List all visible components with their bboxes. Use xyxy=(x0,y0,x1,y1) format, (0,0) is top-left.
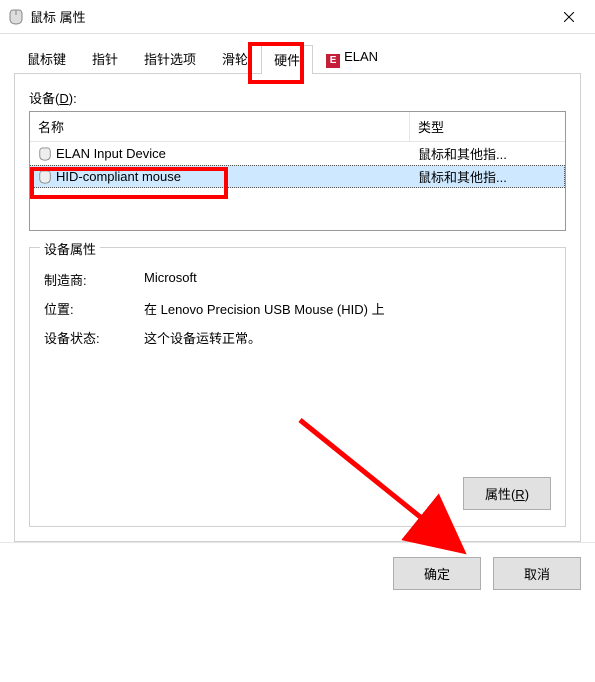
tab-wheel[interactable]: 滑轮 xyxy=(209,44,261,73)
devices-label: 设备(D): xyxy=(29,88,566,107)
table-row[interactable]: ELAN Input Device 鼠标和其他指... xyxy=(30,142,565,165)
elan-icon: E xyxy=(326,54,340,68)
location-value: 在 Lenovo Precision USB Mouse (HID) 上 xyxy=(144,299,551,318)
device-name: ELAN Input Device xyxy=(56,146,166,161)
device-type: 鼠标和其他指... xyxy=(410,166,565,187)
mouse-icon xyxy=(38,147,52,161)
device-properties-legend: 设备属性 xyxy=(40,239,100,258)
tab-mouse-keys[interactable]: 鼠标键 xyxy=(14,44,79,73)
device-type: 鼠标和其他指... xyxy=(410,143,565,164)
status-label: 设备状态: xyxy=(44,328,144,347)
manufacturer-value: Microsoft xyxy=(144,270,551,289)
tab-pointer-options[interactable]: 指针选项 xyxy=(131,44,209,73)
properties-button[interactable]: 属性(R) xyxy=(463,477,551,510)
manufacturer-label: 制造商: xyxy=(44,270,144,289)
devices-list[interactable]: 名称 类型 ELAN Input Device 鼠标和其他指... HID-c xyxy=(29,111,566,231)
device-name: HID-compliant mouse xyxy=(56,169,181,184)
list-header: 名称 类型 xyxy=(30,112,565,142)
tab-strip: 鼠标键 指针 指针选项 滑轮 硬件 EELAN xyxy=(14,46,581,74)
table-row[interactable]: HID-compliant mouse 鼠标和其他指... xyxy=(30,165,565,188)
mouse-icon xyxy=(38,170,52,184)
tab-pointer[interactable]: 指针 xyxy=(79,44,131,73)
device-properties-group: 设备属性 制造商: Microsoft 位置: 在 Lenovo Precisi… xyxy=(29,247,566,527)
tab-hardware[interactable]: 硬件 xyxy=(261,45,313,74)
status-value: 这个设备运转正常。 xyxy=(144,328,551,347)
close-icon xyxy=(564,12,574,22)
close-button[interactable] xyxy=(547,2,591,32)
tab-panel-hardware: 设备(D): 名称 类型 ELAN Input Device 鼠标和其他指... xyxy=(14,74,581,542)
dialog-footer: 确定 取消 xyxy=(0,542,595,604)
location-label: 位置: xyxy=(44,299,144,318)
titlebar: 鼠标 属性 xyxy=(0,0,595,34)
cancel-button[interactable]: 取消 xyxy=(493,557,581,590)
mouse-app-icon xyxy=(8,9,24,25)
tab-elan[interactable]: EELAN xyxy=(313,44,391,73)
ok-button[interactable]: 确定 xyxy=(393,557,481,590)
window-title: 鼠标 属性 xyxy=(30,7,547,26)
column-name[interactable]: 名称 xyxy=(30,112,410,141)
column-type[interactable]: 类型 xyxy=(410,112,565,141)
